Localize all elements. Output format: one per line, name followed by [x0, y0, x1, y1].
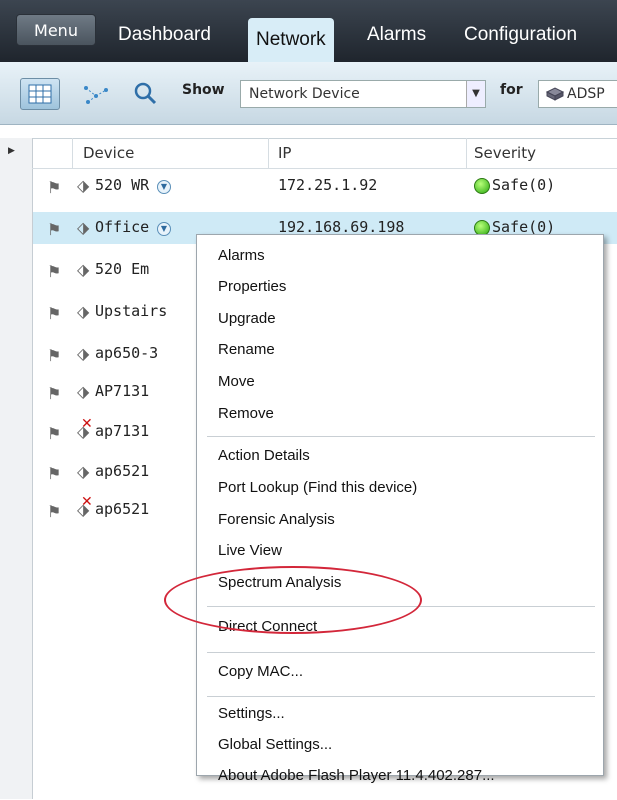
device-name: ap6521 — [95, 462, 150, 480]
table-row[interactable]: ⚑ ⬗ 520 WR ▼ 172.25.1.92 Safe(0) — [33, 170, 617, 202]
flag-icon[interactable]: ⚑ — [47, 424, 61, 443]
access-point-icon: ⬗ — [77, 462, 90, 481]
search-icon — [134, 82, 157, 105]
access-point-icon: ⬗ — [77, 382, 90, 401]
show-select[interactable]: Network Device ▼ — [240, 80, 486, 108]
menu-item-rename[interactable]: Rename — [218, 341, 275, 358]
show-select-value: Network Device — [249, 86, 360, 102]
menu-item-upgrade[interactable]: Upgrade — [218, 310, 276, 327]
menu-item-move[interactable]: Move — [218, 373, 255, 390]
menu-separator — [207, 696, 595, 697]
device-name: Office — [95, 218, 150, 236]
menu-item-forensic-analysis[interactable]: Forensic Analysis — [218, 511, 335, 528]
device-name: 520 WR — [95, 176, 150, 194]
access-point-icon: ⬗ — [77, 176, 90, 195]
status-ok-icon — [474, 178, 490, 194]
menu-item-properties[interactable]: Properties — [218, 278, 286, 295]
flag-icon[interactable]: ⚑ — [47, 220, 61, 239]
table-icon — [28, 84, 52, 104]
toolbar: Show Network Device ▼ for ADSP — [0, 62, 617, 125]
error-x-icon: ✕ — [81, 494, 93, 510]
menu-item-action-details[interactable]: Action Details — [218, 447, 310, 464]
show-label: Show — [182, 82, 225, 98]
menu-item-port-lookup[interactable]: Port Lookup (Find this device) — [218, 479, 417, 496]
access-point-icon: ⬗ — [77, 260, 90, 279]
device-name: Upstairs — [95, 302, 168, 320]
chevron-down-icon[interactable]: ▼ — [157, 222, 171, 236]
column-header-ip[interactable]: IP — [278, 138, 291, 168]
column-separator — [268, 138, 269, 168]
chevron-down-icon[interactable]: ▼ — [466, 81, 485, 107]
flag-icon[interactable]: ⚑ — [47, 262, 61, 281]
device-name: AP7131 — [95, 382, 150, 400]
menu-item-copy-mac[interactable]: Copy MAC... — [218, 663, 303, 680]
tab-dashboard[interactable]: Dashboard — [118, 16, 211, 54]
for-label: for — [500, 82, 523, 98]
device-name: ap6521 — [95, 500, 150, 518]
device-icon — [545, 87, 565, 101]
flag-icon[interactable]: ⚑ — [47, 346, 61, 365]
for-select-value: ADSP — [567, 86, 605, 102]
search-button[interactable] — [130, 78, 160, 110]
grid-left-strip: ▶ — [0, 138, 33, 799]
for-select[interactable]: ADSP — [538, 80, 617, 108]
flag-icon[interactable]: ⚑ — [47, 304, 61, 323]
column-separator — [466, 138, 467, 168]
chevron-down-icon[interactable]: ▼ — [157, 180, 171, 194]
top-nav-bar: Menu Dashboard Network Alarms Configurat… — [0, 0, 617, 62]
device-name: ap650-3 — [95, 344, 159, 362]
menu-item-live-view[interactable]: Live View — [218, 542, 282, 559]
topology-view-button[interactable] — [78, 78, 112, 110]
flag-icon[interactable]: ⚑ — [47, 178, 61, 197]
menu-item-settings[interactable]: Settings... — [218, 705, 285, 722]
flag-icon[interactable]: ⚑ — [47, 464, 61, 483]
device-name: 520 Em — [95, 260, 150, 278]
menu-separator — [207, 652, 595, 653]
access-point-icon: ⬗ — [77, 218, 90, 237]
menu-item-global-settings[interactable]: Global Settings... — [218, 736, 332, 753]
grid-view-button[interactable] — [20, 78, 60, 110]
tab-configuration[interactable]: Configuration — [464, 16, 577, 54]
flag-icon[interactable]: ⚑ — [47, 502, 61, 521]
menu-button[interactable]: Menu — [16, 14, 96, 46]
column-separator — [72, 138, 73, 168]
tab-alarms[interactable]: Alarms — [367, 16, 426, 54]
flag-icon[interactable]: ⚑ — [47, 384, 61, 403]
menu-item-alarms[interactable]: Alarms — [218, 247, 265, 264]
topology-icon — [84, 86, 108, 104]
menu-item-about-flash[interactable]: About Adobe Flash Player 11.4.402.287... — [218, 767, 495, 784]
column-header-severity[interactable]: Severity — [474, 138, 536, 168]
device-ip: 172.25.1.92 — [278, 176, 378, 194]
context-menu: Alarms Properties Upgrade Rename Move Re… — [196, 234, 604, 784]
error-x-icon: ✕ — [81, 416, 93, 432]
device-severity: Safe(0) — [492, 176, 556, 194]
highlight-circle — [164, 566, 422, 634]
access-point-icon: ⬗ — [77, 344, 90, 363]
header-divider — [32, 168, 617, 169]
tab-network[interactable]: Network — [248, 18, 334, 62]
column-header-device[interactable]: Device — [83, 138, 134, 168]
menu-separator — [207, 436, 595, 437]
device-name: ap7131 — [95, 422, 150, 440]
menu-item-remove[interactable]: Remove — [218, 405, 274, 422]
expand-arrow-icon[interactable]: ▶ — [8, 146, 15, 156]
access-point-icon: ⬗ — [77, 302, 90, 321]
